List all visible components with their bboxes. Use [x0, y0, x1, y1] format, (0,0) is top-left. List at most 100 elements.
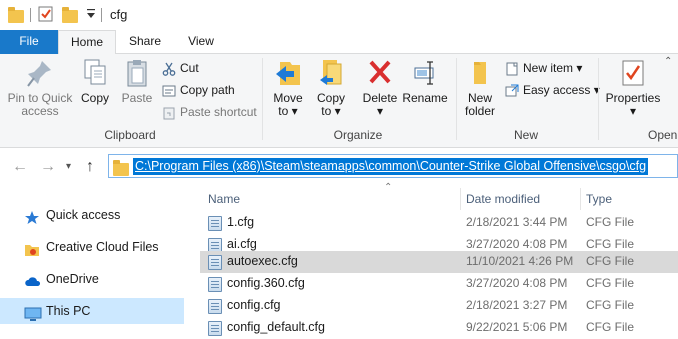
nav-item-label: Quick access — [46, 208, 121, 222]
move-to-button[interactable]: Move to ▾ — [268, 58, 308, 118]
rename-label: Rename — [402, 91, 448, 105]
file-row[interactable]: 1.cfg 2/18/2021 3:44 PM CFG File — [200, 212, 678, 234]
file-type: CFG File — [586, 215, 634, 229]
paste-shortcut-label: Paste shortcut — [180, 105, 257, 119]
copy-to-button[interactable]: Copy to ▾ — [312, 58, 350, 118]
new-item-icon — [505, 62, 519, 76]
cfg-file-icon — [208, 299, 222, 314]
delete-label: Delete — [362, 91, 398, 105]
collapse-ribbon-icon[interactable]: ⌃ — [664, 56, 672, 67]
nav-item-this-pc[interactable]: This PC — [0, 298, 184, 324]
paste-shortcut-icon — [162, 106, 176, 120]
nav-item-creative-cloud-files[interactable]: Creative Cloud Files — [0, 234, 184, 260]
copy-to-icon — [317, 58, 345, 88]
tab-view[interactable]: View — [176, 30, 226, 54]
properties-icon — [619, 58, 647, 88]
group-divider — [262, 58, 263, 140]
chevron-down-icon: ▾ — [291, 104, 298, 118]
file-row[interactable]: config.360.cfg 3/27/2020 4:08 PM CFG Fil… — [200, 273, 678, 295]
chevron-down-icon: ▾ — [334, 104, 341, 118]
file-type: CFG File — [586, 254, 634, 268]
tab-home[interactable]: Home — [58, 30, 116, 55]
up-arrow-icon[interactable]: ↑ — [86, 158, 94, 176]
group-divider — [598, 58, 599, 140]
properties-button[interactable]: Properties ▾ — [602, 58, 664, 118]
nav-item-onedrive[interactable]: OneDrive — [0, 266, 184, 292]
new-item-button[interactable]: New item ▾ — [505, 58, 582, 78]
sort-chevron-up-icon: ⌃ — [384, 182, 393, 193]
column-header-type[interactable]: Type — [586, 192, 612, 206]
chevron-down-icon: ▾ — [629, 104, 637, 118]
file-date: 3/27/2020 4:08 PM — [466, 237, 568, 251]
copy-label: Copy — [80, 91, 109, 105]
star-icon — [24, 208, 40, 224]
nav-item-label: This PC — [46, 304, 91, 318]
folder-icon — [8, 6, 24, 24]
delete-icon — [366, 58, 394, 88]
chevron-down-icon: ▾ — [376, 104, 384, 118]
open-group-label: Open — [648, 128, 678, 142]
file-date: 2/18/2021 3:27 PM — [466, 298, 568, 312]
file-row-selected[interactable]: autoexec.cfg 11/10/2021 4:26 PM CFG File — [200, 251, 678, 273]
paste-icon — [123, 58, 151, 88]
properties-quick-icon[interactable] — [38, 6, 54, 24]
column-divider[interactable] — [460, 188, 461, 210]
cut-label: Cut — [180, 61, 199, 75]
column-header-date-modified[interactable]: Date modified — [466, 192, 540, 206]
column-divider[interactable] — [580, 188, 581, 210]
paste-shortcut-button[interactable]: Paste shortcut — [162, 102, 257, 122]
paste-label: Paste — [121, 91, 153, 105]
move-to-label-line2: to — [278, 104, 289, 118]
group-divider — [456, 58, 457, 140]
cfg-file-icon — [208, 277, 222, 292]
copy-path-label: Copy path — [180, 83, 235, 97]
new-folder-icon — [466, 58, 494, 88]
nav-item-label: OneDrive — [46, 272, 99, 286]
file-row[interactable]: config.cfg 2/18/2021 3:27 PM CFG File — [200, 295, 678, 317]
tab-file[interactable]: File — [0, 30, 58, 54]
copy-icon — [81, 58, 109, 88]
copy-to-label-line2: to — [321, 104, 332, 118]
new-group-label: New — [513, 128, 538, 142]
column-header-name[interactable]: Name — [208, 192, 240, 206]
cfg-file-icon — [208, 321, 222, 336]
new-folder-button[interactable]: New folder — [460, 58, 500, 118]
address-path-input[interactable]: C:\Program Files (x86)\Steam\steamapps\c… — [133, 158, 649, 175]
window-title: cfg — [110, 7, 128, 22]
creative-cloud-folder-icon — [24, 240, 40, 256]
copy-button[interactable]: Copy — [78, 58, 112, 105]
copy-path-icon — [162, 84, 176, 98]
copy-path-button[interactable]: Copy path — [162, 80, 235, 100]
file-name: config_default.cfg — [227, 320, 325, 334]
easy-access-button[interactable]: Easy access ▾ — [505, 80, 600, 100]
easy-access-label: Easy access — [523, 83, 591, 97]
folder-icon — [113, 160, 129, 176]
file-date: 2/18/2021 3:44 PM — [466, 215, 568, 229]
new-folder-label-line2: folder — [464, 104, 496, 118]
address-bar[interactable]: C:\Program Files (x86)\Steam\steamapps\c… — [108, 154, 678, 178]
clipboard-group-label: Clipboard — [104, 128, 156, 142]
paste-button[interactable]: Paste — [118, 58, 156, 105]
rename-button[interactable]: Rename — [402, 58, 448, 105]
divider — [30, 8, 31, 22]
new-folder-quick-icon[interactable] — [62, 6, 78, 24]
quick-access-toolbar-dropdown-icon[interactable] — [86, 8, 96, 26]
forward-arrow-icon[interactable]: → — [40, 158, 56, 176]
nav-item-quick-access[interactable]: Quick access — [0, 202, 184, 228]
tab-share[interactable]: Share — [118, 30, 172, 54]
back-arrow-icon[interactable]: ← — [12, 158, 28, 176]
rename-icon — [411, 58, 439, 88]
scissors-icon — [162, 62, 176, 76]
new-item-label: New item — [523, 61, 574, 75]
file-name: 1.cfg — [227, 215, 255, 229]
delete-button[interactable]: Delete ▾ — [360, 58, 400, 118]
file-list: ⌃ Name Date modified Type 1.cfg 2/18/202… — [200, 182, 678, 336]
cut-button[interactable]: Cut — [162, 58, 199, 78]
recent-locations-chevron-icon[interactable]: ▾ — [66, 161, 71, 172]
pin-label-line2: access — [21, 104, 59, 118]
move-to-icon — [274, 58, 302, 88]
file-type: CFG File — [586, 320, 634, 334]
file-row[interactable]: config_default.cfg 9/22/2021 5:06 PM CFG… — [200, 317, 678, 339]
title-bar: cfg — [0, 0, 678, 30]
pin-to-quick-access-button[interactable]: Pin to Quick access — [4, 58, 76, 118]
